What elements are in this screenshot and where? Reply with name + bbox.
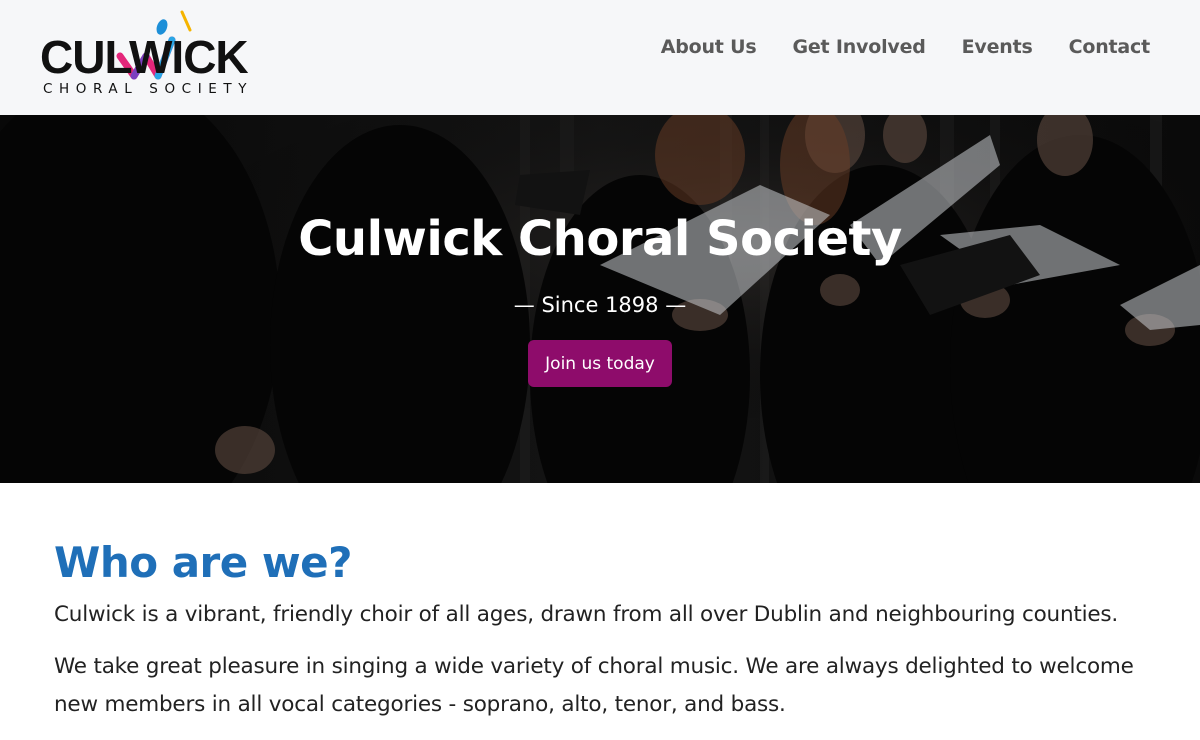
hero-banner: Culwick Choral Society — Since 1898 — Jo…	[0, 115, 1200, 483]
nav-item-events: Events	[962, 36, 1033, 58]
nav-item-contact: Contact	[1069, 36, 1151, 58]
nav-link-contact[interactable]: Contact	[1069, 36, 1151, 58]
nav-item-about-us: About Us	[661, 36, 757, 58]
site-logo[interactable]: CULWICK CHORAL SOCIETY	[40, 10, 270, 100]
site-header: CULWICK CHORAL SOCIETY About Us Get Invo…	[0, 0, 1200, 115]
hero-subtitle: — Since 1898 —	[513, 293, 687, 317]
hero-title: Culwick Choral Society	[298, 211, 902, 267]
nav-link-about-us[interactable]: About Us	[661, 36, 757, 58]
nav-link-get-involved[interactable]: Get Involved	[792, 36, 925, 58]
main-nav: About Us Get Involved Events Contact	[661, 36, 1150, 58]
about-paragraph: We take great pleasure in singing a wide…	[54, 654, 1134, 718]
about-heading: Who are we?	[54, 538, 353, 587]
logo-wordmark: CULWICK	[40, 31, 249, 83]
logo-tagline: CHORAL SOCIETY	[43, 81, 254, 97]
join-us-button[interactable]: Join us today	[528, 340, 672, 387]
about-paragraph: Culwick is a vibrant, friendly choir of …	[54, 602, 1119, 628]
nav-item-get-involved: Get Involved	[792, 36, 925, 58]
nav-link-events[interactable]: Events	[962, 36, 1033, 58]
about-section: Who are we? Culwick is a vibrant, friend…	[54, 538, 1154, 724]
